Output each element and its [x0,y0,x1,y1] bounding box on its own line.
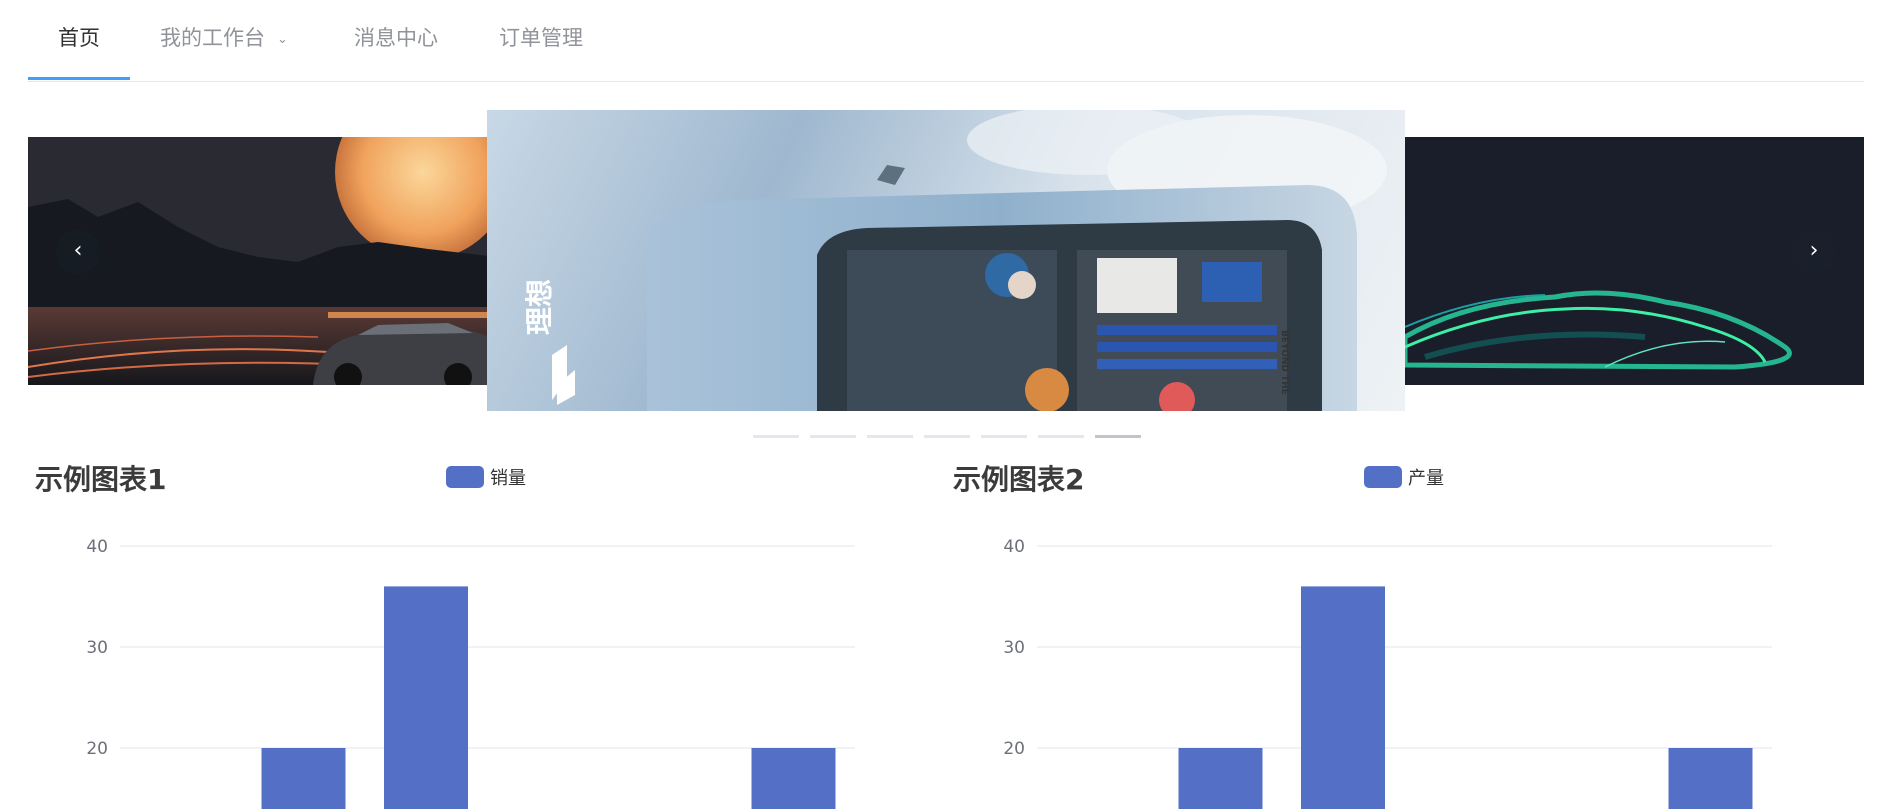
bar[interactable] [1301,586,1385,809]
bar[interactable] [1178,748,1263,809]
y-tick-label: 40 [1003,537,1025,557]
y-tick-label: 30 [1003,638,1025,658]
chart2-svg: 40 30 20 [1003,537,1772,809]
bar[interactable] [1668,748,1753,809]
y-tick-label: 20 [1003,739,1025,759]
